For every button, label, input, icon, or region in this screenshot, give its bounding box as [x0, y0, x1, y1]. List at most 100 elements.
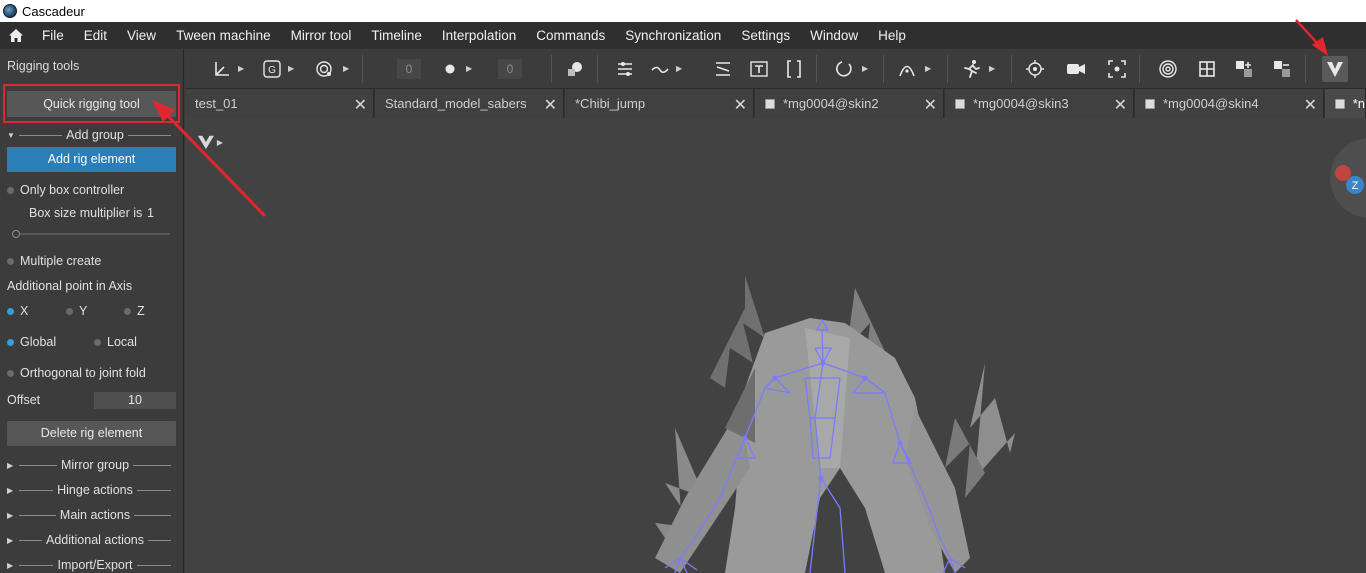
close-icon[interactable]: ✕ [734, 95, 747, 115]
gizmo-axis-label: Z [1352, 180, 1359, 192]
tab-mg0004-skin2[interactable]: *mg0004@skin2 ✕ [755, 89, 944, 118]
add-rig-element-button[interactable]: Add rig element [7, 147, 176, 172]
tab-test-01[interactable]: test_01 ✕ [185, 89, 374, 118]
close-icon[interactable]: ✕ [1114, 95, 1127, 115]
box-size-label: Box size multiplier is [29, 206, 143, 220]
physics-icon[interactable] [313, 57, 337, 81]
additional-actions-header[interactable]: ▶ Additional actions [7, 533, 175, 547]
close-icon[interactable]: ✕ [924, 95, 937, 115]
mirror-group-header[interactable]: ▶ Mirror group [7, 458, 175, 472]
tab-mg0004-skin3[interactable]: *mg0004@skin3 ✕ [945, 89, 1134, 118]
main-actions-header[interactable]: ▶ Main actions [7, 508, 175, 522]
collapsed-triangle-icon: ▶ [7, 510, 14, 520]
rigging-tool-icon[interactable] [1322, 56, 1348, 82]
dropdown-arrow-icon[interactable]: ▶ [676, 64, 682, 73]
menu-file[interactable]: File [32, 22, 74, 49]
remove-layer-icon[interactable] [1270, 57, 1294, 81]
box-size-slider-track[interactable] [13, 233, 170, 235]
dropdown-arrow-icon[interactable]: ▶ [288, 64, 294, 73]
menu-edit[interactable]: Edit [74, 22, 117, 49]
tab-mg0004-skin4[interactable]: *mg0004@skin4 ✕ [1135, 89, 1324, 118]
axis-y-radio[interactable]: Y [66, 304, 87, 318]
pivot-icon[interactable] [1023, 57, 1047, 81]
character-model[interactable] [625, 268, 1045, 573]
rigging-tools-panel: Rigging tools Quick rigging tool ▼ Add g… [0, 49, 184, 573]
add-layer-icon[interactable] [1232, 57, 1256, 81]
document-icon [955, 98, 965, 109]
orthogonal-radio[interactable]: Orthogonal to joint fold [7, 366, 146, 380]
dropdown-arrow-icon[interactable]: ▶ [217, 138, 223, 147]
close-icon[interactable]: ✕ [1304, 95, 1317, 115]
interval-right-field[interactable]: 0 [498, 59, 522, 79]
dropdown-arrow-icon[interactable]: ▶ [238, 64, 244, 73]
add-group-label: Add group [66, 128, 124, 142]
dropdown-arrow-icon[interactable]: ▶ [989, 64, 995, 73]
brackets-icon[interactable] [782, 57, 806, 81]
import-export-header[interactable]: ▶ Import/Export [7, 558, 175, 572]
toolbar: ▶ G ▶ ▶ 0 ▶ 0 ▶ ▶ ▶ ▶ [185, 49, 1366, 89]
keyframe-dot-icon[interactable] [438, 57, 462, 81]
close-icon[interactable]: ✕ [544, 95, 557, 115]
tab-active-partial[interactable]: *n [1325, 89, 1366, 118]
quick-rigging-tool-button[interactable]: Quick rigging tool [7, 91, 176, 117]
document-tabs: test_01 ✕ Standard_model_sabers ✕ *Chibi… [185, 89, 1366, 118]
trajectories-icon[interactable] [613, 57, 637, 81]
menu-bar: File Edit View Tween machine Mirror tool… [0, 22, 1366, 49]
curve-icon[interactable] [648, 57, 672, 81]
menu-interpolation[interactable]: Interpolation [432, 22, 526, 49]
view-mode-button[interactable]: ▶ [197, 130, 223, 154]
window-title: Cascadeur [22, 3, 85, 19]
3d-viewport[interactable]: ▶ Z [185, 118, 1366, 573]
menu-view[interactable]: View [117, 22, 166, 49]
axis-tool-icon[interactable] [210, 57, 234, 81]
only-box-controller-radio[interactable]: Only box controller [7, 183, 124, 197]
menu-commands[interactable]: Commands [526, 22, 615, 49]
menu-tween-machine[interactable]: Tween machine [166, 22, 281, 49]
cascadeur-logo-icon [3, 4, 17, 18]
swap-trajectories-icon[interactable] [711, 57, 735, 81]
additional-point-label: Additional point in Axis [7, 279, 133, 293]
home-icon[interactable] [0, 28, 32, 43]
text-tool-icon[interactable] [747, 57, 771, 81]
running-man-icon[interactable] [959, 57, 983, 81]
tab-standard-model-sabers[interactable]: Standard_model_sabers ✕ [375, 89, 564, 118]
collapsed-triangle-icon: ▶ [7, 560, 14, 570]
dropdown-arrow-icon[interactable]: ▶ [925, 64, 931, 73]
axis-x-radio[interactable]: X [7, 304, 28, 318]
panel-title: Rigging tools [7, 59, 80, 73]
add-group-header[interactable]: ▼ Add group [7, 128, 175, 142]
expanded-triangle-icon: ▼ [7, 130, 15, 140]
offset-label: Offset [7, 393, 41, 407]
interval-left-field[interactable]: 0 [397, 59, 421, 79]
hinge-actions-header[interactable]: ▶ Hinge actions [7, 483, 175, 497]
dropdown-arrow-icon[interactable]: ▶ [343, 64, 349, 73]
dropdown-arrow-icon[interactable]: ▶ [466, 64, 472, 73]
axis-z-radio[interactable]: Z [124, 304, 145, 318]
grid-select-icon[interactable] [1195, 57, 1219, 81]
bezier-icon[interactable] [895, 57, 919, 81]
center-of-gravity-icon[interactable]: G [260, 57, 284, 81]
menu-synchronization[interactable]: Synchronization [615, 22, 731, 49]
close-icon[interactable]: ✕ [354, 95, 367, 115]
view-mode-icon [197, 135, 214, 150]
menu-help[interactable]: Help [868, 22, 916, 49]
focus-frame-icon[interactable] [1105, 57, 1129, 81]
global-radio[interactable]: Global [7, 335, 56, 349]
menu-settings[interactable]: Settings [731, 22, 800, 49]
local-radio[interactable]: Local [94, 335, 137, 349]
loop-icon[interactable] [832, 57, 856, 81]
delete-rig-element-button[interactable]: Delete rig element [7, 421, 176, 446]
dropdown-arrow-icon[interactable]: ▶ [862, 64, 868, 73]
eraser-icon[interactable] [563, 57, 587, 81]
spiral-icon[interactable] [1156, 57, 1180, 81]
menu-window[interactable]: Window [800, 22, 868, 49]
multiple-create-radio[interactable]: Multiple create [7, 254, 101, 268]
document-icon [765, 98, 775, 109]
tab-chibi-jump[interactable]: *Chibi_jump ✕ [565, 89, 754, 118]
offset-input[interactable]: 10 [94, 392, 176, 409]
menu-mirror-tool[interactable]: Mirror tool [281, 22, 362, 49]
orientation-gizmo[interactable]: Z [1325, 128, 1366, 228]
menu-timeline[interactable]: Timeline [361, 22, 432, 49]
camera-icon[interactable] [1064, 57, 1088, 81]
box-size-slider-handle[interactable] [12, 230, 20, 238]
